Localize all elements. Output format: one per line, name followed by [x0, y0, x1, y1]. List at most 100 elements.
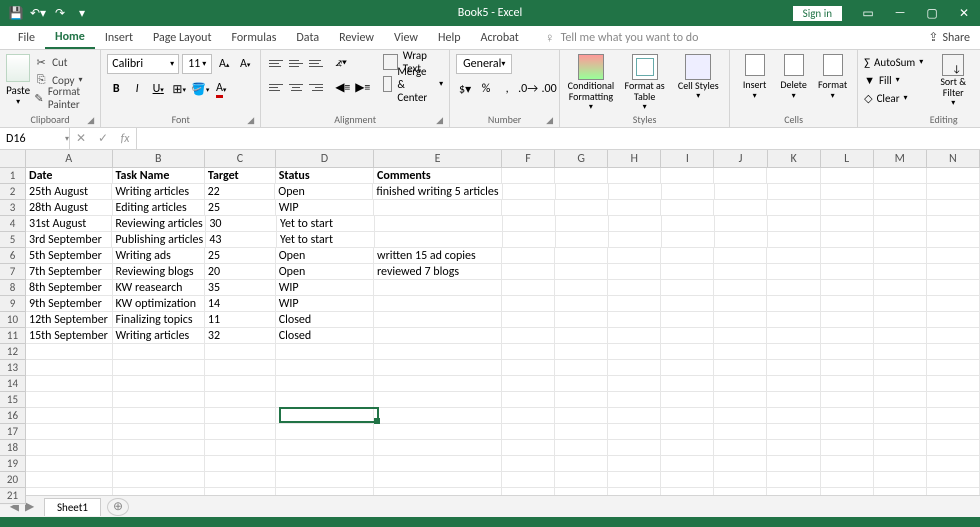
- tab-acrobat[interactable]: Acrobat: [471, 26, 529, 49]
- cell[interactable]: [113, 344, 205, 360]
- increase-decimal-button[interactable]: .0→: [519, 80, 537, 98]
- row-header[interactable]: 22: [0, 504, 26, 505]
- cell[interactable]: [555, 328, 608, 344]
- cell[interactable]: Open: [276, 264, 374, 280]
- row-header[interactable]: 13: [0, 360, 26, 376]
- conditional-formatting-button[interactable]: Conditional Formatting▾: [566, 54, 616, 112]
- percent-format-button[interactable]: %: [477, 80, 495, 98]
- cell[interactable]: [662, 232, 715, 248]
- cell[interactable]: [502, 296, 555, 312]
- cell[interactable]: [874, 472, 927, 488]
- cell[interactable]: [555, 408, 608, 424]
- cell[interactable]: finished writing 5 articles: [373, 184, 502, 200]
- undo-icon[interactable]: ↶▾: [30, 5, 46, 21]
- cell[interactable]: [661, 296, 714, 312]
- cell[interactable]: [927, 216, 980, 232]
- cell[interactable]: [555, 168, 608, 184]
- col-header[interactable]: G: [555, 150, 608, 168]
- cell[interactable]: [874, 360, 927, 376]
- row-header[interactable]: 17: [0, 424, 26, 440]
- cell[interactable]: [26, 472, 113, 488]
- cell[interactable]: [26, 408, 113, 424]
- cell[interactable]: [661, 360, 714, 376]
- cell[interactable]: [874, 392, 927, 408]
- fill-color-button[interactable]: 🪣▾: [191, 80, 209, 98]
- tab-view[interactable]: View: [384, 26, 428, 49]
- dialog-launcher-icon[interactable]: ◢: [87, 115, 94, 126]
- cell[interactable]: [556, 216, 609, 232]
- cell[interactable]: [714, 360, 767, 376]
- cell[interactable]: [874, 376, 927, 392]
- cell[interactable]: [26, 440, 113, 456]
- cell[interactable]: [502, 392, 555, 408]
- row-header[interactable]: 14: [0, 376, 26, 392]
- col-header[interactable]: A: [26, 150, 113, 168]
- cell[interactable]: [555, 456, 608, 472]
- row-header[interactable]: 8: [0, 280, 26, 296]
- cell[interactable]: [767, 280, 820, 296]
- cell[interactable]: [927, 344, 980, 360]
- cell[interactable]: [502, 440, 555, 456]
- cell[interactable]: [874, 264, 927, 280]
- cell[interactable]: [502, 344, 555, 360]
- cell[interactable]: [821, 392, 874, 408]
- italic-button[interactable]: I: [128, 80, 146, 98]
- share-button[interactable]: ⇪ Share: [928, 26, 970, 49]
- cell[interactable]: [205, 440, 276, 456]
- cell[interactable]: [661, 312, 714, 328]
- cell[interactable]: [26, 424, 113, 440]
- cell[interactable]: [555, 472, 608, 488]
- col-header[interactable]: M: [874, 150, 927, 168]
- cell[interactable]: [26, 392, 113, 408]
- cell[interactable]: [113, 456, 205, 472]
- cell[interactable]: [767, 440, 820, 456]
- cell[interactable]: [714, 168, 767, 184]
- cell[interactable]: [608, 200, 661, 216]
- bold-button[interactable]: B: [107, 80, 125, 98]
- cell[interactable]: Yet to start: [277, 216, 375, 232]
- cell-styles-button[interactable]: Cell Styles▾: [673, 54, 723, 101]
- row-header[interactable]: 2: [0, 184, 26, 200]
- cell[interactable]: [502, 408, 555, 424]
- tab-formulas[interactable]: Formulas: [221, 26, 286, 49]
- cell[interactable]: [714, 392, 767, 408]
- cell[interactable]: [874, 296, 927, 312]
- fill-button[interactable]: ▼Fill▾: [864, 72, 923, 88]
- cell[interactable]: [927, 408, 980, 424]
- tab-data[interactable]: Data: [286, 26, 329, 49]
- sheet-tab[interactable]: Sheet1: [44, 498, 101, 516]
- cell[interactable]: [374, 376, 502, 392]
- cell[interactable]: [662, 184, 715, 200]
- cell[interactable]: [374, 344, 502, 360]
- select-all-button[interactable]: [0, 150, 26, 168]
- cell[interactable]: [767, 296, 820, 312]
- orientation-button[interactable]: ⦨▾: [333, 54, 351, 72]
- cell[interactable]: [205, 360, 276, 376]
- cell[interactable]: [205, 424, 276, 440]
- minimize-button[interactable]: —: [884, 0, 916, 26]
- cell[interactable]: [927, 184, 980, 200]
- cell[interactable]: [874, 408, 927, 424]
- col-header[interactable]: K: [768, 150, 821, 168]
- cell[interactable]: [661, 280, 714, 296]
- cell[interactable]: [821, 440, 874, 456]
- cell[interactable]: [555, 264, 608, 280]
- cell[interactable]: [874, 184, 927, 200]
- underline-button[interactable]: U▾: [149, 80, 167, 98]
- cell[interactable]: Finalizing topics: [113, 312, 205, 328]
- cell[interactable]: 25th August: [26, 184, 112, 200]
- cell[interactable]: Date: [26, 168, 113, 184]
- cell[interactable]: [375, 216, 503, 232]
- cell[interactable]: [714, 248, 767, 264]
- cell[interactable]: [374, 424, 502, 440]
- cell[interactable]: [874, 344, 927, 360]
- cell[interactable]: [767, 200, 820, 216]
- cell[interactable]: Yet to start: [277, 232, 375, 248]
- cell[interactable]: [608, 440, 661, 456]
- cell[interactable]: Publishing articles: [112, 232, 206, 248]
- cell[interactable]: 30: [206, 216, 277, 232]
- cell[interactable]: [767, 408, 820, 424]
- cell[interactable]: [503, 216, 556, 232]
- cell[interactable]: [821, 328, 874, 344]
- cell[interactable]: [113, 472, 205, 488]
